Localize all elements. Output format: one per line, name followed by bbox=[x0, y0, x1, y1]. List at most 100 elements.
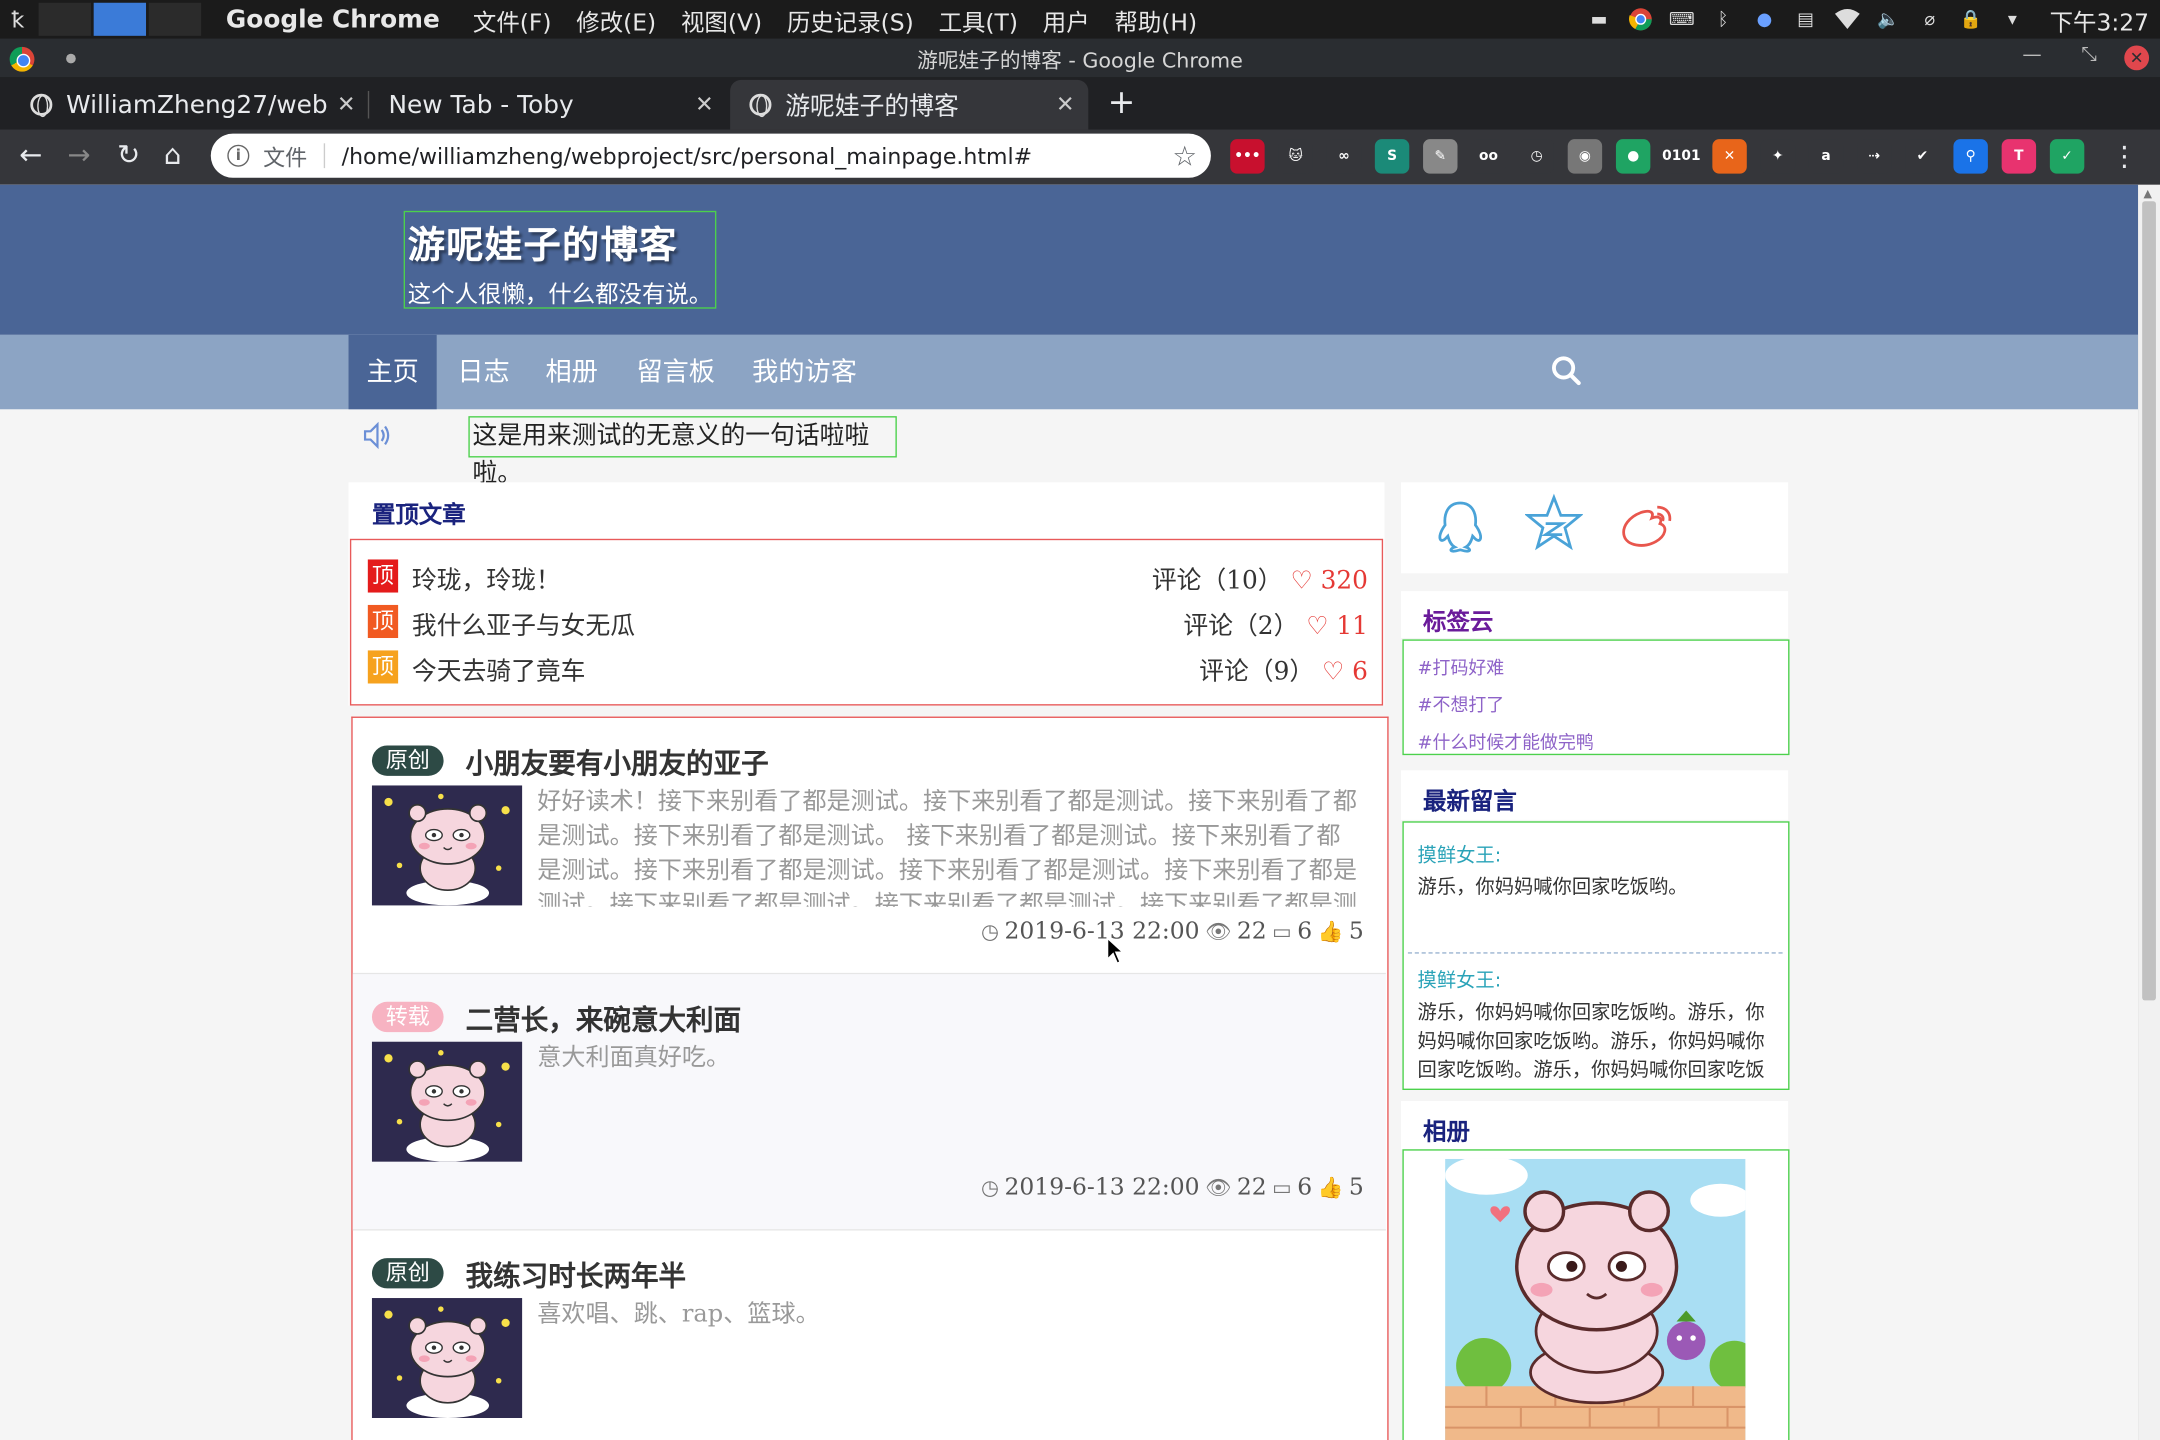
clock[interactable]: 下午3:27 bbox=[2050, 2, 2149, 37]
home-icon[interactable]: ⌂ bbox=[164, 138, 181, 171]
page-scrollbar[interactable]: ▲ bbox=[2138, 184, 2160, 1440]
forward-arrow-icon[interactable]: → bbox=[68, 138, 91, 171]
volume-muted-icon[interactable]: 🔈 bbox=[1876, 7, 1901, 32]
back-arrow-icon[interactable]: ← bbox=[19, 138, 42, 171]
tab-close-icon[interactable]: ✕ bbox=[337, 91, 355, 117]
pinned-title[interactable]: 玲珑，玲珑！ bbox=[412, 561, 561, 597]
address-bar[interactable]: i 文件 /home/williamzheng/webproject/src/p… bbox=[210, 133, 1211, 178]
tag-link[interactable]: #打码好难 bbox=[1418, 653, 1505, 680]
heart-icon[interactable]: ♡ bbox=[1306, 612, 1328, 641]
workspace-2[interactable] bbox=[93, 2, 147, 36]
tab-blog[interactable]: 游呢娃子的博客 ✕ bbox=[730, 79, 1089, 130]
scroll-up-arrow-icon[interactable]: ▲ bbox=[2144, 187, 2152, 199]
pinned-comments[interactable]: 评论（10） bbox=[1152, 566, 1283, 595]
thumbs-up-icon[interactable]: 👍 bbox=[1318, 1175, 1344, 1200]
nav-guestbook[interactable]: 留言板 bbox=[636, 335, 715, 409]
weibo-icon[interactable] bbox=[1619, 499, 1677, 551]
tag-link[interactable]: #不想打了 bbox=[1418, 690, 1505, 717]
nav-album[interactable]: 相册 bbox=[546, 335, 598, 409]
tab-new-tab-toby[interactable]: New Tab - Toby ✕ bbox=[369, 80, 727, 130]
wifi-icon[interactable] bbox=[1834, 7, 1860, 32]
orange-icon[interactable]: ✕ bbox=[1712, 139, 1747, 174]
scrollbar-thumb[interactable] bbox=[2142, 201, 2156, 1001]
menu-user[interactable]: 用户 bbox=[1043, 2, 1090, 37]
reload-icon[interactable]: ↻ bbox=[117, 138, 140, 171]
close-window-icon[interactable]: ✕ bbox=[2124, 45, 2150, 71]
keyboard-icon[interactable]: ⌨ bbox=[1669, 7, 1695, 32]
menu-history[interactable]: 历史记录(S) bbox=[787, 2, 914, 37]
cat-icon[interactable]: 🐱 bbox=[1278, 139, 1313, 174]
pinned-comments[interactable]: 评论（2） bbox=[1183, 612, 1298, 641]
nav-journal[interactable]: 日志 bbox=[457, 335, 509, 409]
site-info-icon[interactable]: i bbox=[227, 144, 250, 167]
new-tab-button[interactable]: + bbox=[1108, 83, 1136, 122]
paperclip-icon[interactable]: ⌀ bbox=[1917, 7, 1942, 32]
pinned-title[interactable]: 我什么亚子与女无瓜 bbox=[412, 606, 635, 642]
pinned-comments[interactable]: 评论（9） bbox=[1199, 657, 1314, 686]
pin-icon[interactable]: ⚲ bbox=[1953, 139, 1988, 174]
clipboard-icon[interactable]: ▤ bbox=[1793, 7, 1818, 32]
minimize-icon[interactable]: — bbox=[2022, 44, 2041, 66]
nav-home[interactable]: 主页 bbox=[348, 334, 437, 410]
lastpass-icon[interactable]: ••• bbox=[1230, 139, 1265, 174]
s-icon[interactable]: S bbox=[1374, 139, 1410, 174]
menu-help[interactable]: 帮助(H) bbox=[1114, 2, 1197, 37]
battery-small-icon[interactable]: ▬ bbox=[1587, 7, 1612, 32]
pinned-item[interactable]: 顶 我什么亚子与女无瓜 评论（2） ♡ 11 bbox=[367, 604, 1368, 642]
message-author[interactable]: 摸鲜女王: bbox=[1418, 966, 1502, 994]
heart-icon[interactable]: ♡ bbox=[1290, 566, 1312, 595]
profile-check-icon[interactable]: ✓ bbox=[2049, 139, 2085, 174]
tag-link[interactable]: #什么时候才能做完鸭 bbox=[1418, 728, 1594, 754]
post-thumbnail[interactable] bbox=[371, 785, 523, 906]
menu-file[interactable]: 文件(F) bbox=[473, 2, 552, 37]
comment-icon[interactable]: ▭ bbox=[1272, 919, 1292, 944]
chat-icon[interactable]: ● bbox=[1615, 139, 1651, 174]
clock-icon[interactable]: ◷ bbox=[1519, 139, 1554, 174]
tab-close-icon[interactable]: ✕ bbox=[695, 91, 713, 117]
post-thumbnail[interactable] bbox=[371, 1298, 523, 1418]
glasses-icon[interactable]: oo bbox=[1471, 139, 1506, 174]
menu-view[interactable]: 视图(V) bbox=[681, 2, 762, 37]
comment-icon[interactable]: ▭ bbox=[1272, 1175, 1292, 1200]
maximize-icon[interactable]: ⤡ bbox=[2081, 44, 2096, 66]
tab-close-icon[interactable]: ✕ bbox=[1056, 91, 1074, 117]
workspace-3[interactable] bbox=[148, 2, 202, 36]
heart-icon[interactable]: ♡ bbox=[1322, 657, 1344, 686]
infinity-icon[interactable]: ∞ bbox=[1326, 139, 1362, 174]
post-title[interactable]: 二营长，来碗意大利面 bbox=[466, 998, 742, 1038]
t-icon[interactable]: T bbox=[2001, 139, 2037, 174]
dash-icon[interactable]: ⇢ bbox=[1857, 139, 1892, 174]
user-icon[interactable]: ● bbox=[1752, 7, 1777, 32]
bug-icon[interactable]: ✦ bbox=[1760, 139, 1796, 174]
thumbs-up-icon[interactable]: 👍 bbox=[1318, 919, 1344, 944]
amazon-icon[interactable]: a bbox=[1808, 139, 1844, 174]
pinned-title[interactable]: 今天去骑了竟车 bbox=[412, 652, 586, 688]
chrome-tray-icon[interactable] bbox=[1628, 7, 1653, 32]
binary-icon[interactable]: 0101 bbox=[1662, 139, 1701, 174]
camera-icon[interactable]: ◉ bbox=[1567, 139, 1603, 174]
pinned-item[interactable]: 顶 今天去骑了竟车 评论（9） ♡ 6 bbox=[367, 650, 1368, 688]
feather-icon[interactable]: ✎ bbox=[1423, 139, 1458, 174]
lock-icon[interactable]: 🔒 bbox=[1959, 7, 1984, 32]
tab-github[interactable]: WilliamZheng27/webp ✕ bbox=[11, 80, 370, 130]
kde-launcher-icon[interactable]: ꝁ bbox=[0, 6, 36, 32]
post-thumbnail[interactable] bbox=[371, 1041, 523, 1162]
bluetooth-icon[interactable]: ᛒ bbox=[1711, 7, 1736, 32]
message-author[interactable]: 摸鲜女王: bbox=[1418, 841, 1502, 869]
bookmark-star-icon[interactable]: ☆ bbox=[1172, 139, 1197, 172]
tray-expand-icon[interactable]: ▾ bbox=[2000, 7, 2025, 32]
menu-tools[interactable]: 工具(T) bbox=[939, 2, 1018, 37]
search-icon[interactable] bbox=[1551, 356, 1581, 386]
menu-edit[interactable]: 修改(E) bbox=[576, 2, 656, 37]
url-text[interactable]: /home/williamzheng/webproject/src/person… bbox=[342, 143, 1032, 169]
star-icon[interactable] bbox=[1525, 493, 1583, 551]
post-title[interactable]: 我练习时长两年半 bbox=[466, 1254, 686, 1294]
workspace-1[interactable] bbox=[38, 2, 91, 36]
pinned-item[interactable]: 顶 玲珑，玲珑！ 评论（10） ♡ 320 bbox=[367, 559, 1368, 597]
qq-icon[interactable] bbox=[1434, 499, 1486, 554]
check-circle-icon[interactable]: ✔ bbox=[1905, 139, 1940, 174]
nav-visitors[interactable]: 我的访客 bbox=[752, 335, 857, 409]
album-photo[interactable] bbox=[1445, 1158, 1746, 1440]
chrome-menu-icon[interactable]: ⋮ bbox=[2110, 139, 2138, 172]
post-title[interactable]: 小朋友要有小朋友的亚子 bbox=[466, 741, 769, 781]
